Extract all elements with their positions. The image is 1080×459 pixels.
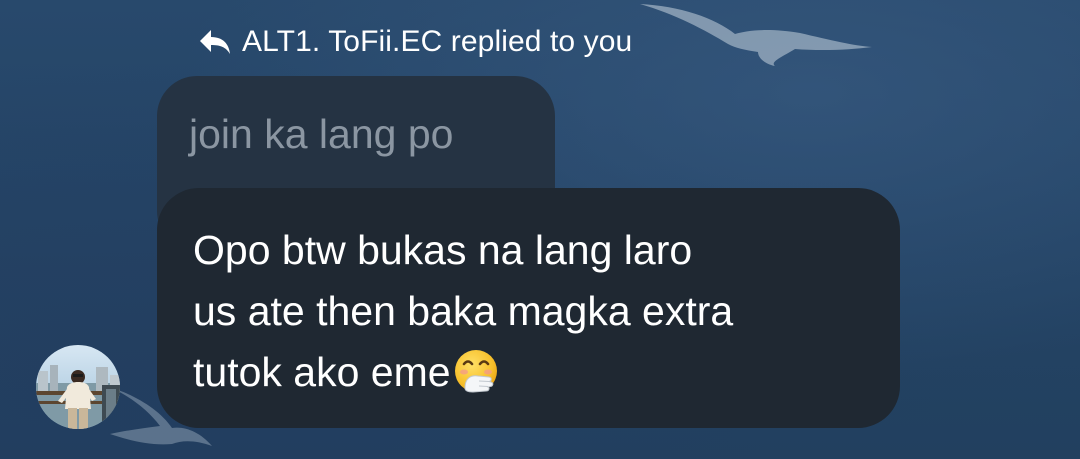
sender-avatar[interactable] [36, 345, 120, 429]
face-with-hand-over-mouth-emoji [453, 348, 499, 394]
user-avatar-icon [36, 345, 120, 429]
reply-arrow-icon [198, 27, 232, 57]
reply-header[interactable]: ALT1. ToFii.EC replied to you [198, 22, 632, 62]
quoted-message-text: join ka lang po [189, 111, 454, 157]
message-body: Opo btw bukas na lang laro us ate then b… [193, 220, 880, 403]
seagull-top [640, 4, 872, 66]
reply-header-text: ALT1. ToFii.EC replied to you [242, 25, 633, 58]
message-bubble[interactable]: Opo btw bukas na lang laro us ate then b… [157, 188, 900, 428]
